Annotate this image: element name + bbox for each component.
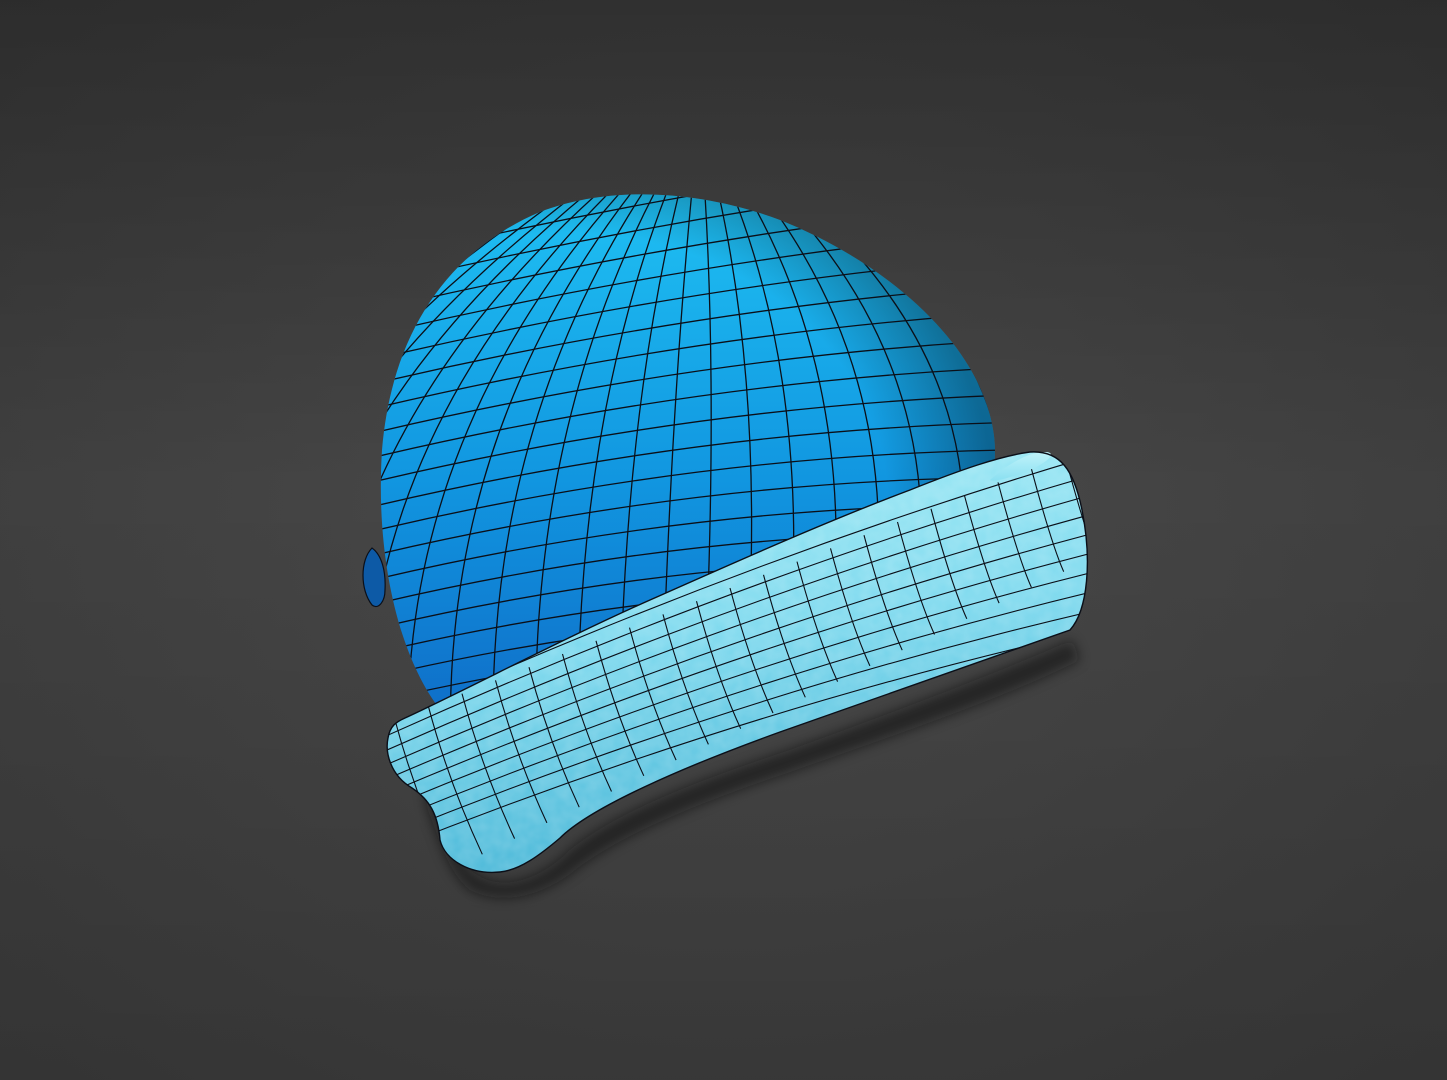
viewport-canvas[interactable] [0,0,1447,1080]
3d-viewport[interactable] [0,0,1447,1080]
